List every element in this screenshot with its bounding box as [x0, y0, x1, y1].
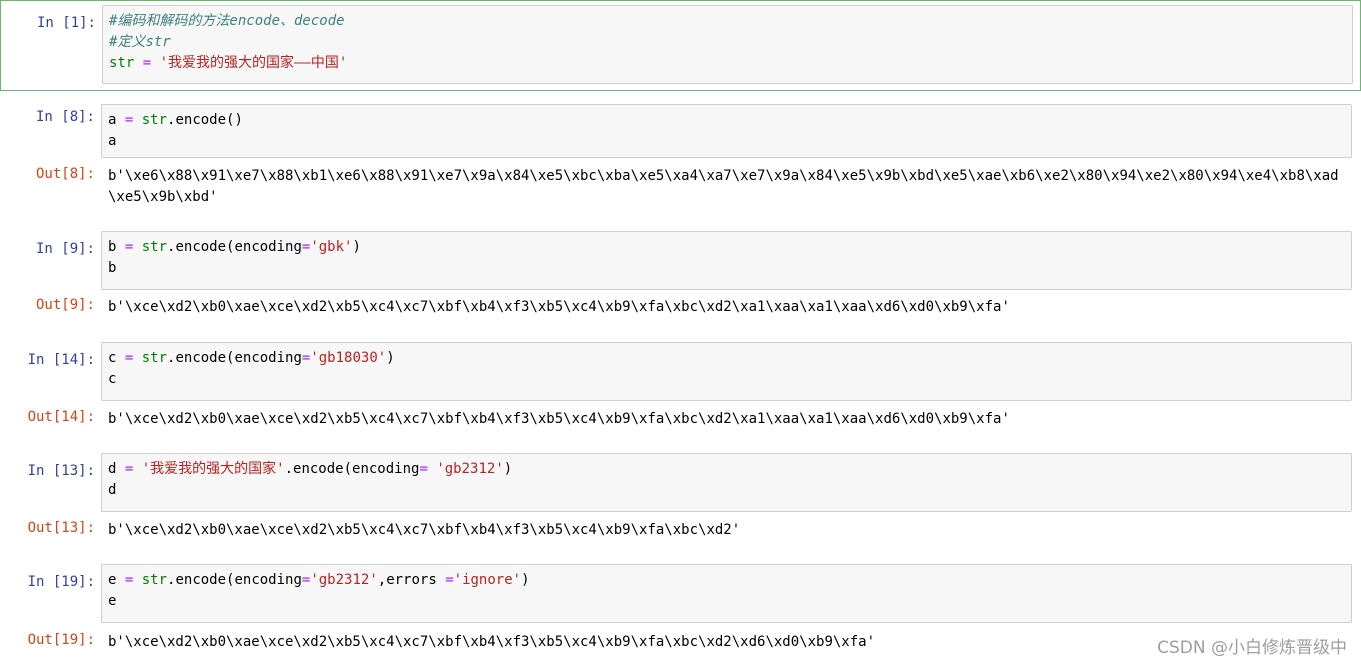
input-prompt: In [14]:: [27, 352, 95, 368]
code-token: str: [141, 112, 168, 128]
code-cell-5[interactable]: In [13]: d = '我爱我的强大的国家'.encode(encoding…: [0, 453, 1361, 543]
code-input[interactable]: #编码和解码的方法encode、decode #定义str str = '我爱我的强…: [102, 5, 1353, 84]
output-prompt: Out[19]:: [27, 632, 95, 648]
code-token: d: [108, 461, 125, 477]
code-line: #定义str: [109, 32, 1346, 53]
code-token: 'gb2312': [310, 572, 378, 588]
code-token: 'gbk': [310, 239, 353, 255]
code-input[interactable]: a = str.encode() a: [101, 104, 1352, 158]
code-token: a: [108, 133, 117, 149]
code-token: 'ignore': [453, 572, 522, 588]
code-line: b = str.encode(encoding='gbk'): [108, 237, 1345, 258]
input-prompt: In [13]:: [27, 463, 95, 479]
code-token: a: [108, 112, 125, 128]
code-token: ): [386, 350, 395, 366]
code-token: ): [352, 239, 361, 255]
code-token: =: [419, 461, 428, 477]
output-text: b'\xce\xd2\xb0\xae\xce\xd2\xb5\xc4\xc7\x…: [108, 411, 1010, 427]
input-prompt: In [9]:: [35, 241, 95, 257]
code-token: ): [503, 461, 513, 477]
code-line: a: [108, 131, 1345, 152]
code-token: e: [108, 593, 117, 609]
code-token: =: [142, 55, 152, 71]
output-prompt: Out[9]:: [35, 297, 95, 313]
code-input[interactable]: c = str.encode(encoding='gb18030') c: [101, 342, 1352, 401]
code-token: str: [109, 55, 135, 71]
code-cell-1[interactable]: In [1]: #编码和解码的方法encode、decode #定义str str …: [0, 0, 1361, 91]
input-prompt: In [1]:: [36, 15, 96, 31]
code-token: #编码和解码的方法encode、decode: [109, 13, 345, 29]
code-token: .encode(encoding: [167, 239, 302, 255]
code-line: d = '我爱我的强大的国家'.encode(encoding= 'gb2312…: [108, 459, 1345, 480]
output-text: b'\xce\xd2\xb0\xae\xce\xd2\xb5\xc4\xc7\x…: [108, 299, 1010, 315]
code-token: c: [108, 350, 125, 366]
code-cell-4[interactable]: In [14]: c = str.encode(encoding='gb1803…: [0, 342, 1361, 432]
code-token: d: [108, 482, 117, 498]
input-prompt: In [8]:: [35, 109, 95, 125]
code-cell-3[interactable]: In [9]: b = str.encode(encoding='gbk') b …: [0, 231, 1361, 321]
code-token: ): [521, 572, 530, 588]
code-input[interactable]: e = str.encode(encoding='gb2312',errors …: [101, 564, 1352, 623]
code-token: .encode(encoding: [167, 572, 302, 588]
code-token: 'gb18030': [310, 350, 387, 366]
code-token: ,errors: [377, 572, 446, 588]
code-token: str: [141, 350, 168, 366]
code-line: e: [108, 591, 1345, 612]
code-token: e: [108, 572, 125, 588]
code-line: #编码和解码的方法encode、decode: [109, 11, 1346, 32]
code-line: a = str.encode(): [108, 110, 1345, 131]
code-token: .encode(): [167, 112, 243, 128]
code-input[interactable]: d = '我爱我的强大的国家'.encode(encoding= 'gb2312…: [101, 453, 1352, 512]
code-token: '我爱我的强大的国家': [141, 461, 285, 477]
code-token: .encode(encoding: [284, 461, 420, 477]
code-line: d: [108, 480, 1345, 501]
code-line: e = str.encode(encoding='gb2312',errors …: [108, 570, 1345, 591]
code-token: str: [141, 572, 168, 588]
code-line: str = '我爱我的强大的国家——中国': [109, 53, 1346, 74]
code-line: c: [108, 369, 1345, 390]
code-token: '我爱我的强大的国家——中国': [159, 55, 348, 71]
code-token: .encode(encoding: [167, 350, 302, 366]
code-line: b: [108, 258, 1345, 279]
code-token: b: [108, 239, 125, 255]
code-token: =: [445, 572, 454, 588]
output-prompt: Out[13]:: [27, 520, 95, 536]
watermark: CSDN @小白修炼晋级中: [1157, 638, 1347, 658]
code-input[interactable]: b = str.encode(encoding='gbk') b: [101, 231, 1352, 290]
output-prompt: Out[14]:: [27, 409, 95, 425]
input-prompt: In [19]:: [27, 574, 95, 590]
output-prompt: Out[8]:: [35, 166, 95, 182]
code-cell-2[interactable]: In [8]: a = str.encode() a Out[8]: b'\xe6…: [0, 104, 1361, 214]
code-token: 'gb2312': [436, 461, 504, 477]
output-text: b'\xe6\x88\x91\xe7\x88\xb1\xe6\x88\x91\x…: [108, 168, 1339, 205]
code-token: c: [108, 371, 117, 387]
code-token: #定义str: [109, 34, 171, 50]
output-text: b'\xce\xd2\xb0\xae\xce\xd2\xb5\xc4\xc7\x…: [108, 522, 741, 538]
code-token: b: [108, 260, 117, 276]
code-line: c = str.encode(encoding='gb18030'): [108, 348, 1345, 369]
code-token: str: [141, 239, 168, 255]
